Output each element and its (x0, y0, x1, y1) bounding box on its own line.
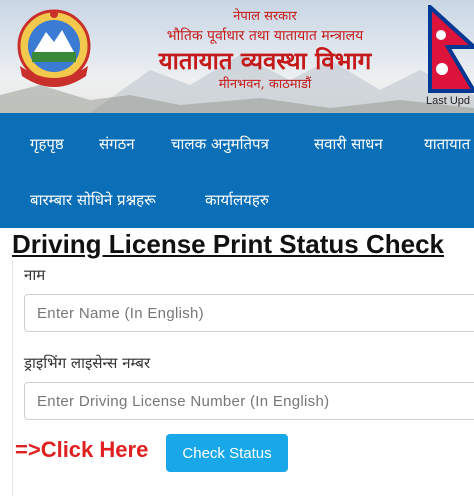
nav-item-vehicles[interactable]: सवारी साधन (314, 134, 383, 154)
government-name: नेपाल सरकार (233, 9, 297, 24)
check-status-button[interactable]: Check Status (166, 434, 288, 472)
department-name: यातायात व्यवस्था विभाग (158, 46, 372, 75)
header-banner: नेपाल सरकार भौतिक पूर्वाधार तथा यातायात … (0, 0, 474, 113)
nepal-emblem-icon (17, 9, 91, 87)
department-location: मीनभवन, काठमाडौं (218, 77, 312, 92)
page-title: Driving License Print Status Check (12, 229, 445, 259)
license-number-label: ड्राइभिंग लाइसेन्स नम्बर (24, 354, 151, 372)
nav-item-offices[interactable]: कार्यालयहरु (205, 190, 269, 210)
click-here-annotation: =>Click Here (15, 437, 149, 462)
main-navigation: गृहपृष्ठ संगठन चालक अनुमतिपत्र सवारी साध… (0, 113, 474, 228)
ministry-name: भौतिक पूर्वाधार तथा यातायात मन्त्रालय (166, 28, 364, 44)
nav-item-organization[interactable]: संगठन (99, 134, 135, 154)
name-input[interactable] (24, 294, 474, 332)
nav-item-faq[interactable]: बारम्बार सोधिने प्रश्नहरू (30, 190, 156, 210)
name-label: नाम (24, 266, 46, 284)
nav-item-driving-license[interactable]: चालक अनुमतिपत्र (171, 134, 269, 154)
license-number-input[interactable] (24, 382, 474, 420)
nav-item-transport[interactable]: यातायात (424, 134, 470, 154)
last-updated-label: Last Upd (426, 95, 471, 107)
nav-item-home[interactable]: गृहपृष्ठ (30, 134, 64, 154)
nepal-flag-icon (428, 5, 474, 93)
